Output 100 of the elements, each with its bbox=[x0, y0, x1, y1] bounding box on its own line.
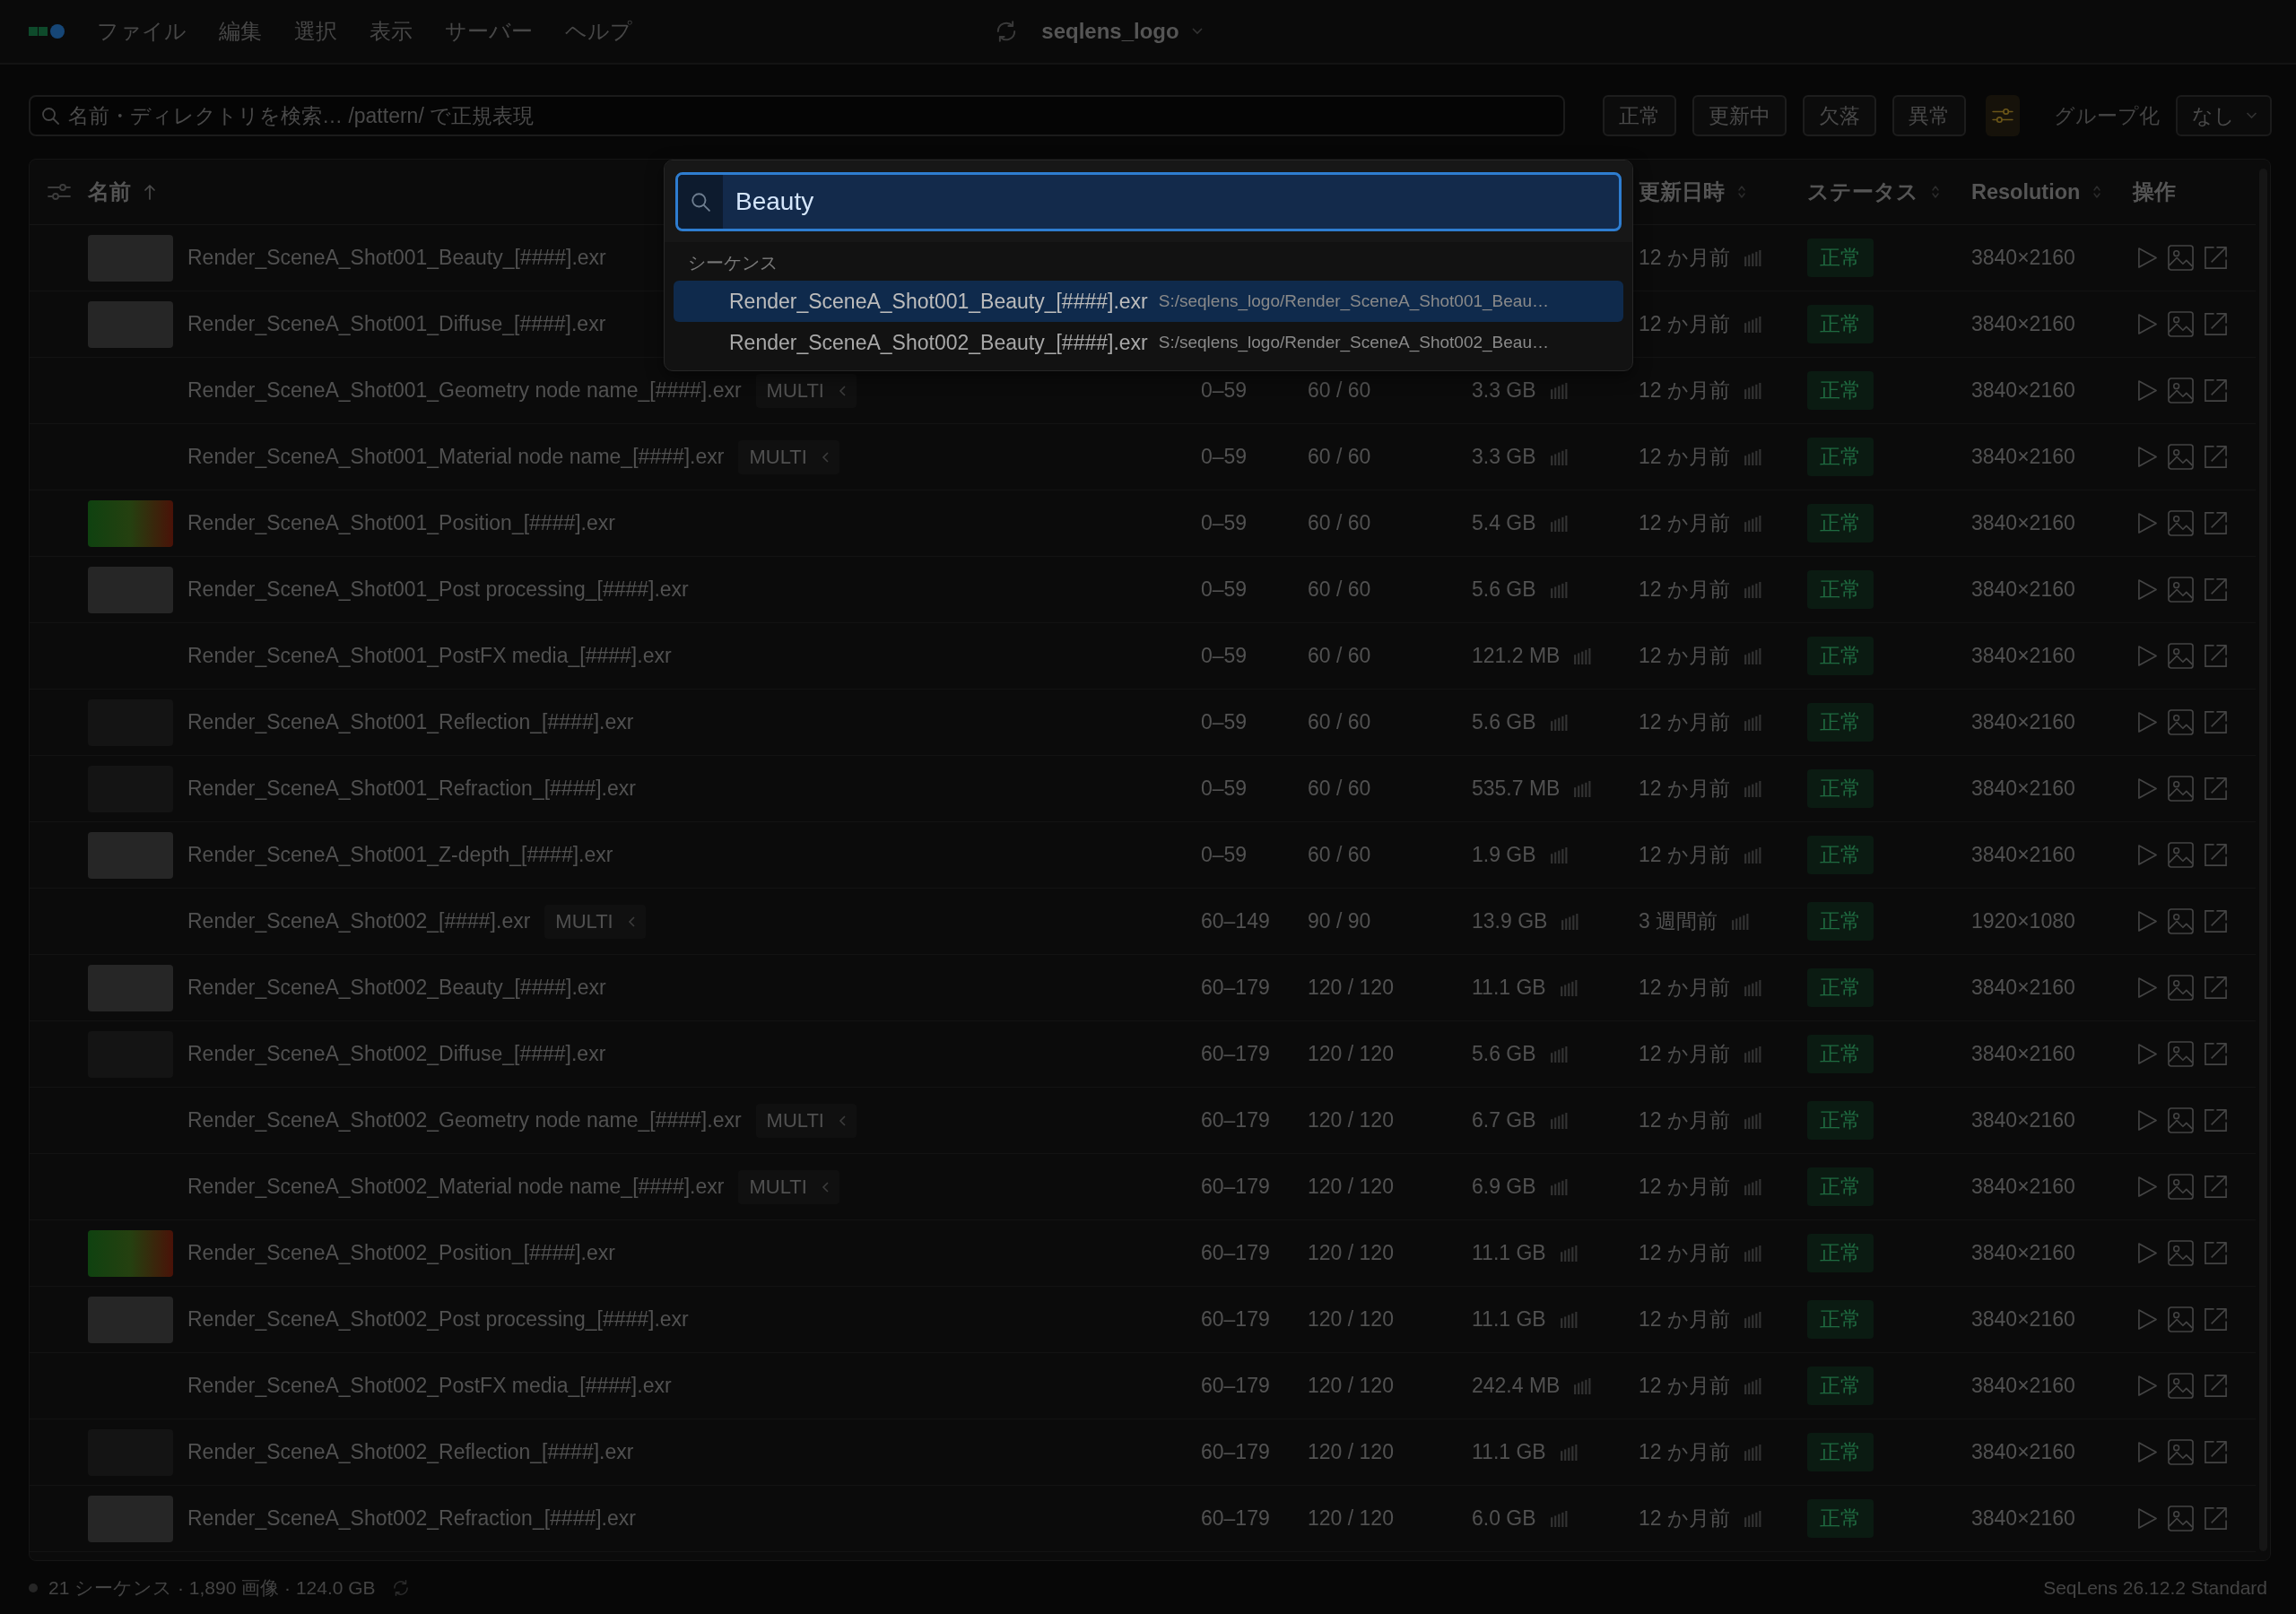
image-icon[interactable] bbox=[2168, 776, 2194, 802]
search-input[interactable]: Beauty bbox=[675, 172, 1622, 231]
image-icon[interactable] bbox=[2168, 1174, 2194, 1200]
external-link-icon[interactable] bbox=[2204, 1506, 2228, 1531]
external-link-icon[interactable] bbox=[2204, 1307, 2228, 1332]
play-icon[interactable] bbox=[2137, 446, 2158, 468]
play-icon[interactable] bbox=[2137, 578, 2158, 601]
external-link-icon[interactable] bbox=[2204, 246, 2228, 270]
refresh-icon[interactable] bbox=[391, 1578, 410, 1597]
image-icon[interactable] bbox=[2168, 1439, 2194, 1465]
image-icon[interactable] bbox=[2168, 842, 2194, 868]
play-icon[interactable] bbox=[2137, 910, 2158, 933]
chevron-left-icon bbox=[627, 915, 635, 927]
image-icon[interactable] bbox=[2168, 1041, 2194, 1067]
external-link-icon[interactable] bbox=[2204, 1440, 2228, 1464]
multi-tag[interactable]: MULTI bbox=[738, 439, 839, 474]
column-header[interactable]: 名前 bbox=[88, 178, 156, 206]
external-link-icon[interactable] bbox=[2204, 511, 2228, 535]
bar-chart-icon bbox=[1561, 913, 1580, 930]
filter-chip[interactable]: 異常 bbox=[1892, 95, 1966, 136]
image-icon[interactable] bbox=[2168, 444, 2194, 470]
file-name: Render_SceneA_Shot001_Beauty_[####].exr bbox=[187, 246, 606, 270]
external-link-icon[interactable] bbox=[2204, 777, 2228, 801]
play-icon[interactable] bbox=[2137, 1308, 2158, 1331]
filter-chip[interactable]: 正常 bbox=[1603, 95, 1676, 136]
image-icon[interactable] bbox=[2168, 709, 2194, 735]
external-link-icon[interactable] bbox=[2204, 644, 2228, 668]
image-icon[interactable] bbox=[2168, 1240, 2194, 1266]
play-icon[interactable] bbox=[2137, 844, 2158, 866]
image-icon[interactable] bbox=[2168, 510, 2194, 536]
file-size: 13.9 GB bbox=[1472, 909, 1548, 933]
play-icon[interactable] bbox=[2137, 1507, 2158, 1530]
modified-time: 12 か月前 bbox=[1639, 1240, 1730, 1266]
multi-tag[interactable]: MULTI bbox=[738, 1169, 839, 1204]
resolution: 3840×2160 bbox=[1971, 1241, 2076, 1265]
play-icon[interactable] bbox=[2137, 711, 2158, 733]
column-header[interactable]: Resolution bbox=[1971, 179, 2102, 204]
palette-item[interactable]: Render_SceneA_Shot002_Beauty_[####].exr S:/seqlens_logo/Render_SceneA_Shot002_Beau… bbox=[674, 322, 1623, 363]
external-link-icon[interactable] bbox=[2204, 445, 2228, 469]
menu-item[interactable]: ヘルプ bbox=[565, 17, 632, 46]
menu-item[interactable]: 表示 bbox=[370, 17, 413, 46]
image-icon[interactable] bbox=[2168, 577, 2194, 603]
file-name: Render_SceneA_Shot002_[####].exr bbox=[187, 909, 531, 933]
menu-item[interactable]: サーバー bbox=[445, 17, 533, 46]
filter-chip[interactable]: 欠落 bbox=[1803, 95, 1876, 136]
external-link-icon[interactable] bbox=[2204, 312, 2228, 336]
image-icon[interactable] bbox=[2168, 1506, 2194, 1532]
external-link-icon[interactable] bbox=[2204, 1241, 2228, 1265]
palette-item[interactable]: Render_SceneA_Shot001_Beauty_[####].exr S:/seqlens_logo/Render_SceneA_Shot001_Beau… bbox=[674, 281, 1623, 322]
external-link-icon[interactable] bbox=[2204, 577, 2228, 602]
image-icon[interactable] bbox=[2168, 1373, 2194, 1399]
menu-item[interactable]: 編集 bbox=[219, 17, 262, 46]
resolution: 3840×2160 bbox=[1971, 577, 2076, 602]
image-icon[interactable] bbox=[2168, 643, 2194, 669]
image-icon[interactable] bbox=[2168, 975, 2194, 1001]
frame-range: 60–149 bbox=[1201, 909, 1271, 933]
play-icon[interactable] bbox=[2137, 1109, 2158, 1132]
external-link-icon[interactable] bbox=[2204, 1374, 2228, 1398]
multi-tag[interactable]: MULTI bbox=[544, 904, 646, 939]
sliders-icon[interactable] bbox=[47, 182, 71, 202]
menu-item[interactable]: 選択 bbox=[294, 17, 337, 46]
play-icon[interactable] bbox=[2137, 1375, 2158, 1397]
image-icon[interactable] bbox=[2168, 1107, 2194, 1133]
search-field[interactable]: 名前・ディレクトリを検索… /pattern/ で正規表現 bbox=[29, 95, 1565, 136]
external-link-icon[interactable] bbox=[2204, 1175, 2228, 1199]
column-header[interactable]: ステータス bbox=[1807, 178, 1940, 206]
resolution: 3840×2160 bbox=[1971, 1506, 2076, 1531]
play-icon[interactable] bbox=[2137, 645, 2158, 667]
play-icon[interactable] bbox=[2137, 1242, 2158, 1264]
column-header[interactable]: 操作 bbox=[2133, 178, 2176, 206]
external-link-icon[interactable] bbox=[2204, 1042, 2228, 1066]
menu-item[interactable]: ファイル bbox=[97, 17, 187, 46]
play-icon[interactable] bbox=[2137, 976, 2158, 999]
play-icon[interactable] bbox=[2137, 379, 2158, 402]
filter-chip[interactable]: 更新中 bbox=[1692, 95, 1787, 136]
play-icon[interactable] bbox=[2137, 1043, 2158, 1065]
multi-tag[interactable]: MULTI bbox=[755, 373, 857, 408]
project-selector[interactable]: seqlens_logo bbox=[1041, 19, 1203, 44]
filter-button[interactable] bbox=[1986, 95, 2020, 136]
image-icon[interactable] bbox=[2168, 908, 2194, 934]
play-icon[interactable] bbox=[2137, 777, 2158, 800]
file-size: 6.7 GB bbox=[1472, 1108, 1536, 1132]
external-link-icon[interactable] bbox=[2204, 378, 2228, 403]
external-link-icon[interactable] bbox=[2204, 1108, 2228, 1132]
play-icon[interactable] bbox=[2137, 247, 2158, 269]
external-link-icon[interactable] bbox=[2204, 843, 2228, 867]
play-icon[interactable] bbox=[2137, 313, 2158, 335]
column-header[interactable]: 更新日時 bbox=[1639, 178, 1746, 206]
group-by-dropdown[interactable]: なし bbox=[2176, 95, 2272, 136]
image-icon[interactable] bbox=[2168, 311, 2194, 337]
external-link-icon[interactable] bbox=[2204, 710, 2228, 734]
external-link-icon[interactable] bbox=[2204, 909, 2228, 933]
external-link-icon[interactable] bbox=[2204, 976, 2228, 1000]
play-icon[interactable] bbox=[2137, 512, 2158, 534]
play-icon[interactable] bbox=[2137, 1441, 2158, 1463]
image-icon[interactable] bbox=[2168, 377, 2194, 404]
play-icon[interactable] bbox=[2137, 1176, 2158, 1198]
image-icon[interactable] bbox=[2168, 245, 2194, 271]
multi-tag[interactable]: MULTI bbox=[755, 1103, 857, 1138]
image-icon[interactable] bbox=[2168, 1306, 2194, 1332]
